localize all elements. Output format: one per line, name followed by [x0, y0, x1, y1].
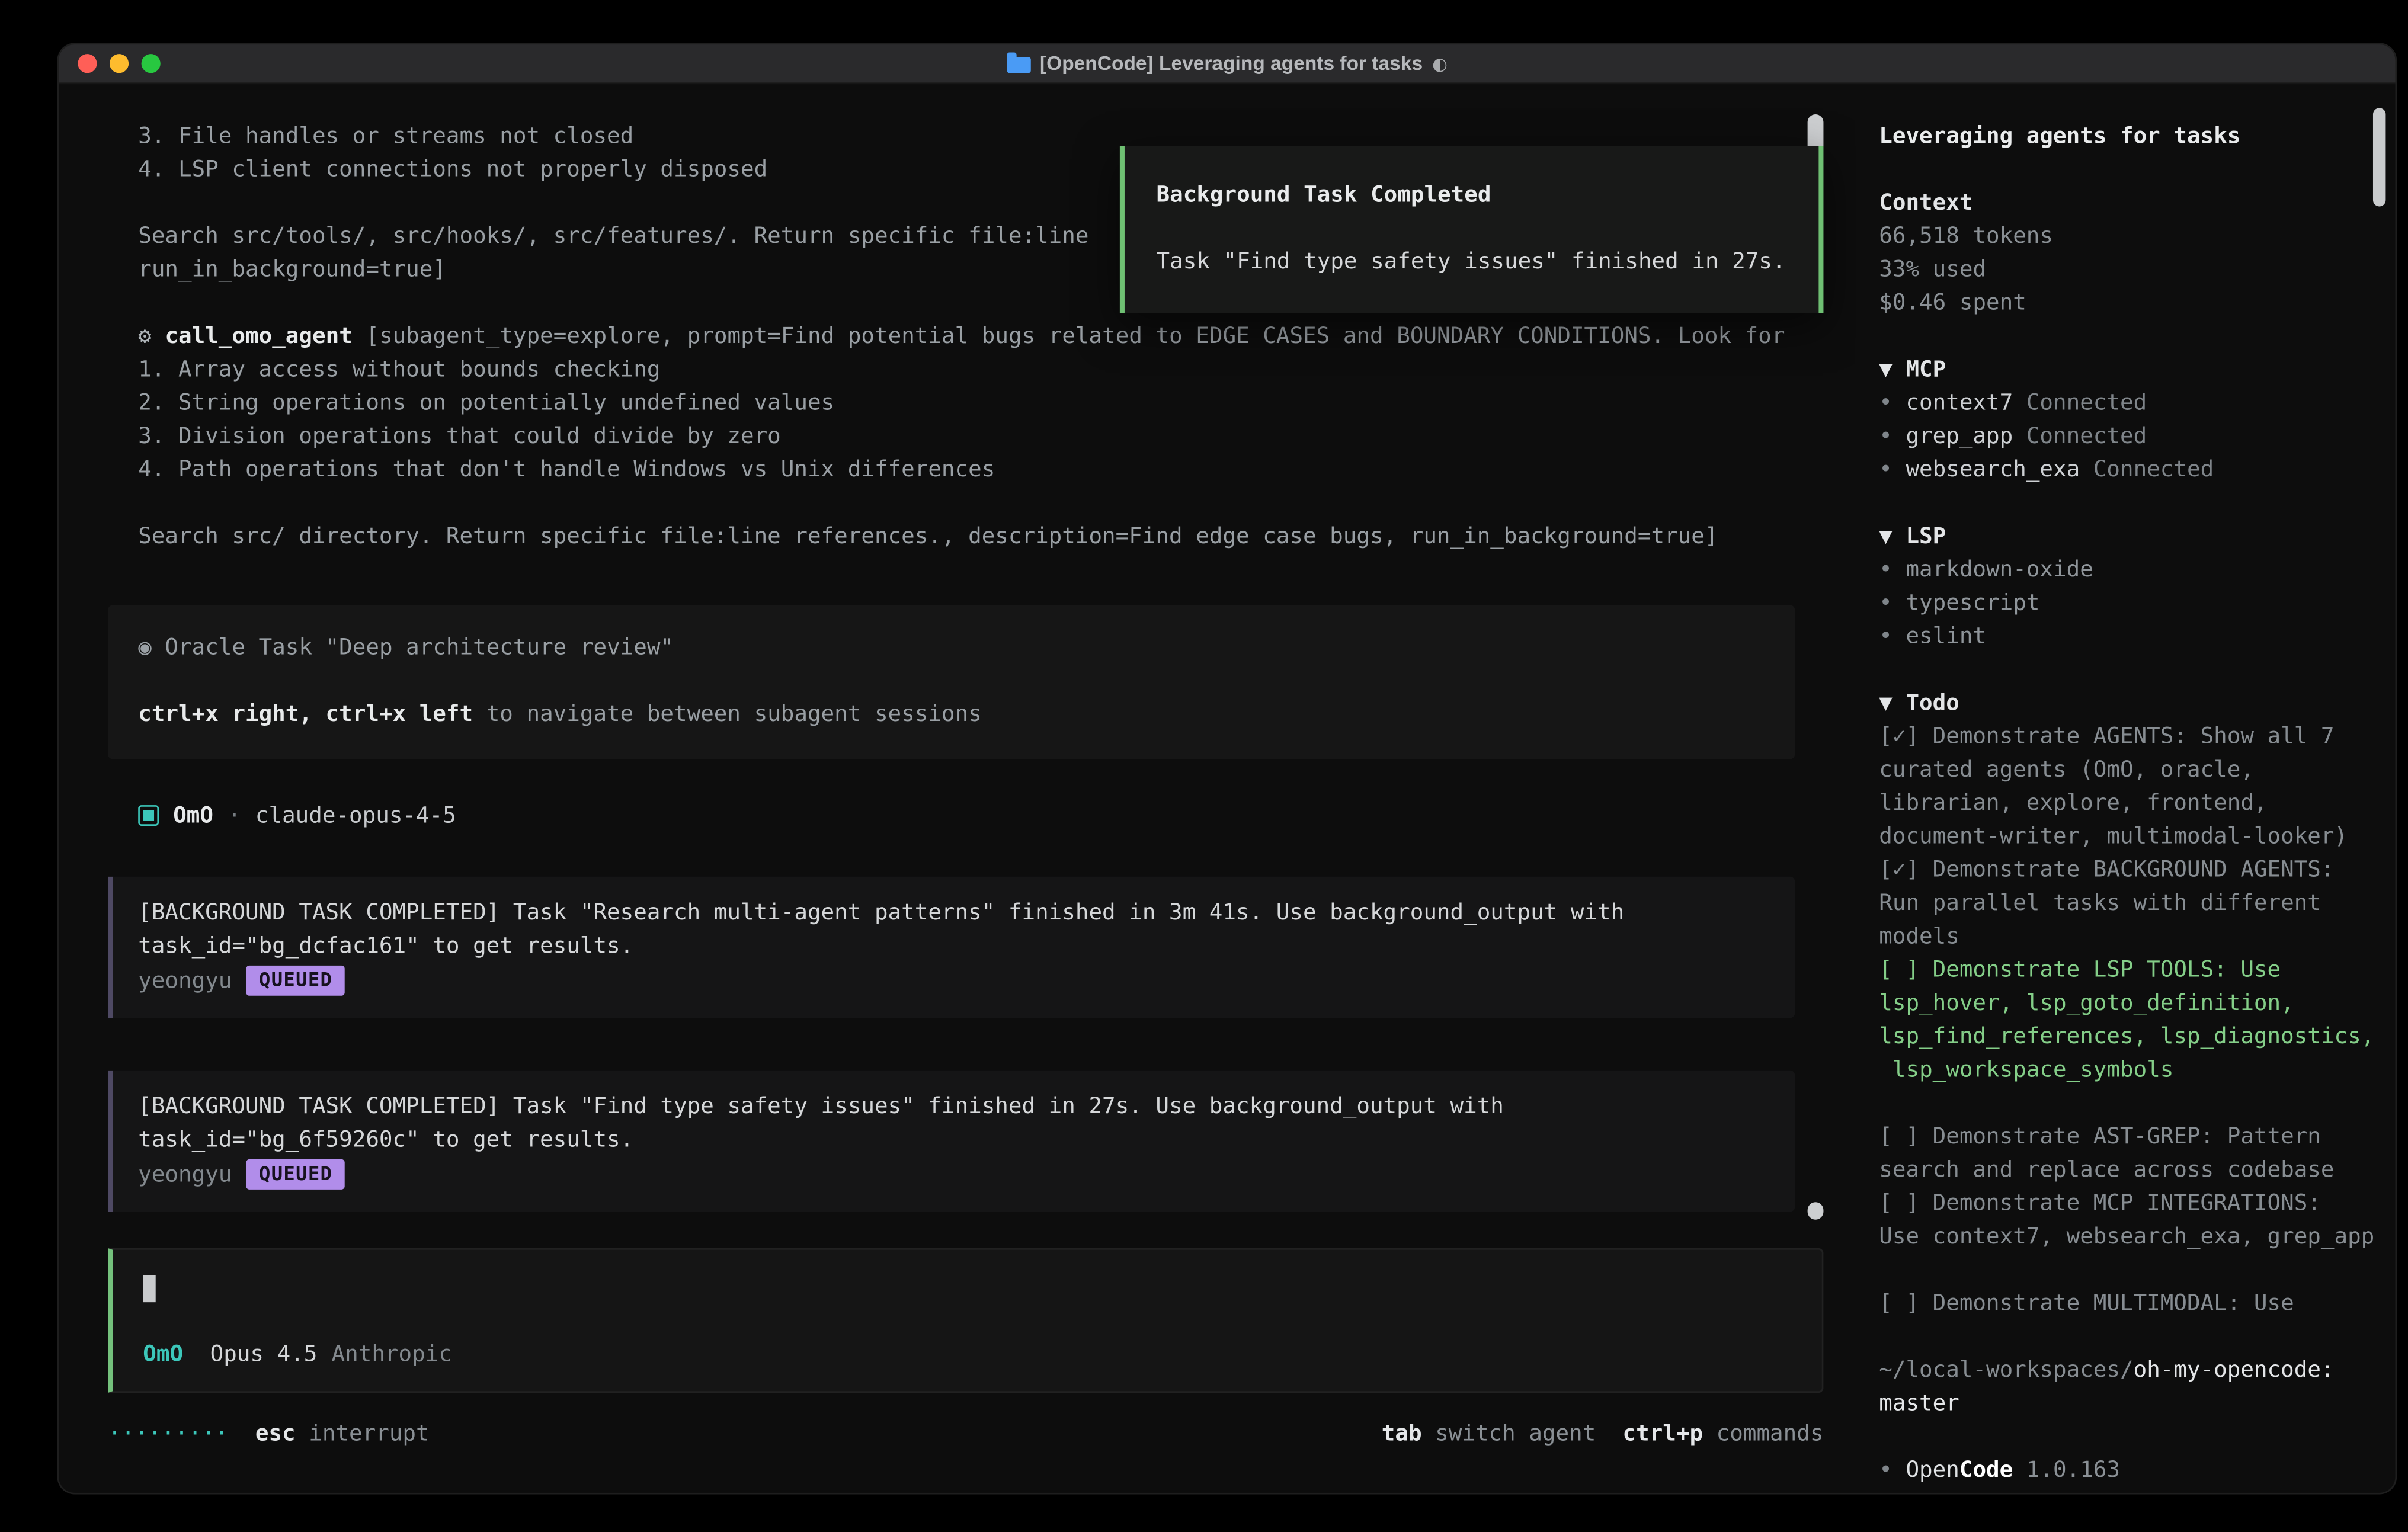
- window-title-text: [OpenCode] Leveraging agents for tasks: [1040, 52, 1423, 75]
- session-sidebar: Leveraging agents for tasks Context 66,5…: [1855, 84, 2395, 1493]
- esc-key-hint: esc: [255, 1421, 296, 1446]
- message-text: [BACKGROUND TASK COMPLETED] Task "Resear…: [138, 898, 1769, 931]
- terminal-line: 1. Array access without bounds checking: [138, 354, 1823, 387]
- message-block: [BACKGROUND TASK COMPLETED] Task "Resear…: [108, 877, 1795, 1018]
- chevron-down-icon: ▼: [1879, 357, 1906, 383]
- status-bar: ········· esc interrupt tab switch agent…: [108, 1416, 1823, 1450]
- prompt-input[interactable]: OmO Opus 4.5 Anthropic: [108, 1248, 1823, 1393]
- oracle-task-panel: ◉ Oracle Task "Deep architecture review"…: [108, 605, 1795, 759]
- version-number: 1.0.163: [2013, 1458, 2120, 1483]
- traffic-lights: [78, 44, 160, 82]
- terminal-window: [OpenCode] Leveraging agents for tasks ◐…: [59, 44, 2395, 1493]
- window-title: [OpenCode] Leveraging agents for tasks ◐: [1007, 52, 1448, 75]
- shortcut-keys: ctrl+x right, ctrl+x left: [138, 702, 473, 727]
- todo-section-header[interactable]: ▼ Todo: [1879, 688, 2374, 721]
- notification-toast[interactable]: Background Task Completed Task "Find typ…: [1120, 146, 1824, 313]
- window-titlebar: [OpenCode] Leveraging agents for tasks ◐: [59, 44, 2395, 84]
- fisheye-icon: ◉: [138, 635, 152, 661]
- lsp-item: • markdown-oxide: [1879, 555, 2374, 588]
- chevron-down-icon: ▼: [1879, 691, 1906, 716]
- agent-checkbox-icon: [138, 805, 159, 826]
- message-block: [BACKGROUND TASK COMPLETED] Task "Find t…: [108, 1071, 1795, 1212]
- bullet-icon: •: [1879, 1458, 1906, 1483]
- message-text: task_id="bg_6f59260c" to get results.: [138, 1124, 1769, 1158]
- chevron-down-icon: ▼: [1879, 524, 1906, 550]
- queued-badge: QUEUED: [246, 966, 345, 996]
- bullet-icon: •: [1879, 457, 1906, 483]
- mcp-section-header[interactable]: ▼ MCP: [1879, 354, 2374, 387]
- todo-item: [ ] Demonstrate MCP INTEGRATIONS: Use co…: [1879, 1188, 2395, 1255]
- agent-model: claude-opus-4-5: [255, 803, 456, 828]
- lsp-item: • eslint: [1879, 621, 2374, 654]
- context-heading: Context: [1879, 187, 2374, 220]
- conversation-pane: 3. File handles or streams not closed 4.…: [59, 84, 1855, 1493]
- todo-item: [ ] Demonstrate AST-GREP: Pattern search…: [1879, 1121, 2395, 1188]
- session-title: Leveraging agents for tasks: [1879, 121, 2374, 154]
- bullet-icon: •: [1879, 424, 1906, 450]
- folder-icon: [1007, 57, 1030, 73]
- terminal-line: 4. Path operations that don't handle Win…: [138, 454, 1823, 488]
- desktop: [OpenCode] Leveraging agents for tasks ◐…: [0, 0, 2408, 1532]
- workspace-path: ~/local-workspaces/oh-my-opencode:: [1879, 1355, 2374, 1388]
- gear-icon: ⚙: [138, 324, 152, 350]
- queued-badge: QUEUED: [246, 1159, 345, 1190]
- context-used: 33% used: [1879, 254, 2374, 287]
- terminal-line: [138, 488, 1823, 521]
- main-scrollbar-thumb[interactable]: [1808, 1202, 1824, 1219]
- sidebar-scrollbar-thumb[interactable]: [2373, 108, 2385, 206]
- message-author: yeongyu: [138, 968, 232, 993]
- bullet-icon: •: [1879, 591, 1906, 616]
- tool-call-line: ⚙ call_omo_agent [subagent_type=explore,…: [138, 321, 1823, 354]
- terminal-line: 2. String operations on potentially unde…: [138, 387, 1823, 421]
- workspace-branch: master: [1879, 1388, 2374, 1421]
- todo-item: [✓] Demonstrate AGENTS: Show all 7 curat…: [1879, 721, 2395, 854]
- input-model-name: Opus 4.5: [210, 1339, 318, 1372]
- agent-header: OmO · claude-opus-4-5: [138, 799, 1823, 832]
- agent-name: OmO: [173, 803, 213, 828]
- mcp-status: Connected: [2013, 390, 2147, 416]
- terminal-line: Search src/ directory. Return specific f…: [138, 521, 1823, 554]
- mcp-item: • context7 Connected: [1879, 387, 2374, 421]
- tool-call-args: [subagent_type=explore, prompt=Find pote…: [353, 324, 1785, 350]
- minimize-window-button[interactable]: [110, 54, 129, 73]
- todo-item: [ ] Demonstrate MULTIMODAL: Use: [1879, 1288, 2395, 1321]
- mcp-item: • websearch_exa Connected: [1879, 454, 2374, 488]
- input-provider-name: Anthropic: [332, 1339, 452, 1372]
- input-agent-name: OmO: [143, 1339, 183, 1372]
- mcp-status: Connected: [2080, 457, 2214, 483]
- context-spent: $0.46 spent: [1879, 287, 2374, 320]
- message-text: [BACKGROUND TASK COMPLETED] Task "Find t…: [138, 1091, 1769, 1124]
- text-cursor: [143, 1275, 155, 1303]
- bullet-icon: •: [1879, 390, 1906, 416]
- zoom-window-button[interactable]: [142, 54, 161, 73]
- message-text: task_id="bg_dcfac161" to get results.: [138, 931, 1769, 964]
- terminal-line: 3. Division operations that could divide…: [138, 421, 1823, 454]
- lsp-item: • typescript: [1879, 588, 2374, 621]
- close-window-button[interactable]: [78, 54, 97, 73]
- tab-key-hint: tab: [1382, 1421, 1422, 1446]
- toast-body: Task "Find type safety issues" finished …: [1157, 246, 1787, 280]
- oracle-task-title: ◉ Oracle Task "Deep architecture review": [138, 632, 1765, 665]
- mcp-item: • grep_app Connected: [1879, 421, 2374, 454]
- toast-title: Background Task Completed: [1157, 180, 1787, 213]
- tool-call-name: call_omo_agent: [165, 324, 352, 350]
- lsp-section-header[interactable]: ▼ LSP: [1879, 521, 2374, 554]
- version-line: • OpenCode 1.0.163: [1879, 1455, 2374, 1488]
- context-tokens: 66,518 tokens: [1879, 221, 2374, 254]
- bullet-icon: •: [1879, 557, 1906, 583]
- bullet-icon: •: [1879, 624, 1906, 650]
- message-author: yeongyu: [138, 1162, 232, 1187]
- mcp-status: Connected: [2013, 424, 2147, 450]
- ctrlp-key-hint: ctrl+p: [1623, 1421, 1703, 1446]
- oracle-shortcut-hint: ctrl+x right, ctrl+x left to navigate be…: [138, 699, 1765, 732]
- todo-item: [ ] Demonstrate LSP TOOLS: Use lsp_hover…: [1879, 954, 2395, 1088]
- todo-item: [✓] Demonstrate BACKGROUND AGENTS: Run p…: [1879, 854, 2395, 954]
- spinner-dots: ·········: [108, 1421, 228, 1446]
- half-moon-icon: ◐: [1432, 53, 1448, 74]
- input-footer: OmO Opus 4.5 Anthropic: [143, 1339, 1792, 1372]
